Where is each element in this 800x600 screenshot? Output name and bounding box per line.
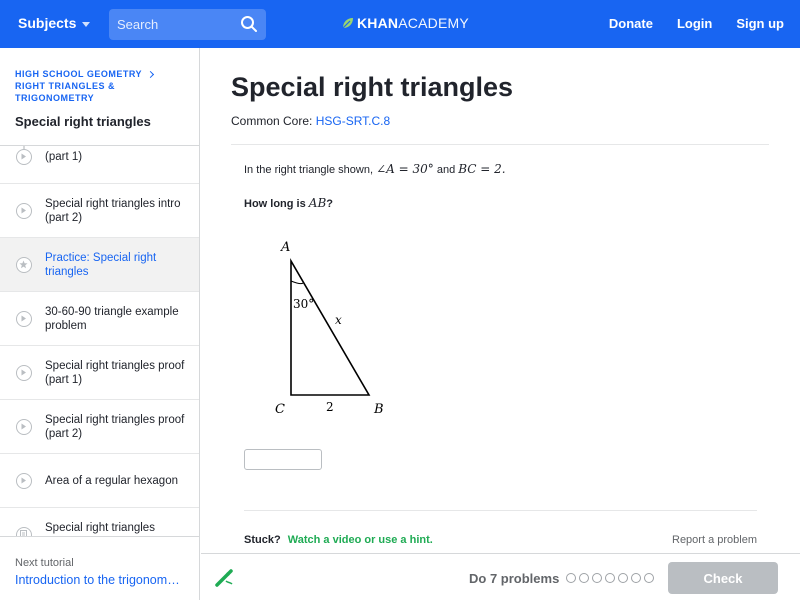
nav-links: Donate Login Sign up (609, 16, 784, 31)
math-angle-a: ∠A = 30° (376, 162, 434, 176)
login-link[interactable]: Login (677, 16, 712, 31)
side-ab-label: x (335, 313, 342, 327)
subjects-menu[interactable]: Subjects (18, 15, 91, 31)
angle-label: 30° (293, 297, 314, 311)
caret-down-icon (82, 21, 91, 27)
math-ab: AB (308, 196, 327, 210)
tutorial-item-list[interactable]: (part 1) Special right triangles intro (… (0, 145, 199, 537)
hint-link[interactable]: Watch a video or use a hint. (288, 534, 433, 546)
sidebar-item-review[interactable]: Special right triangles review (0, 508, 199, 537)
page-title: Special right triangles (231, 72, 514, 102)
stuck-section: Stuck? Watch a video or use a hint. (244, 534, 433, 546)
common-core-link[interactable]: HSG-SRT.C.8 (316, 114, 390, 128)
divider (231, 144, 769, 145)
progress-dot (631, 573, 641, 583)
search-box (109, 9, 266, 40)
progress-dot (592, 573, 602, 583)
donate-link[interactable]: Donate (609, 16, 653, 31)
next-tutorial: Next tutorial Introduction to the trigon… (15, 557, 185, 587)
next-tutorial-label: Next tutorial (15, 557, 74, 569)
progress-dot (618, 573, 628, 583)
next-tutorial-link[interactable]: Introduction to the trigonometric ratios (15, 573, 185, 587)
common-core-line: Common Core: HSG-SRT.C.8 (231, 114, 390, 128)
sidebar-item-label: Special right triangles review (45, 521, 155, 537)
play-icon (16, 202, 32, 219)
vertex-b-label: B (373, 402, 384, 417)
sidebar-item-label: (part 1) (45, 150, 83, 163)
progress-dot (605, 573, 615, 583)
progress-dot (566, 573, 576, 583)
progress-dots (566, 573, 654, 583)
problem-count-label: Do 7 problems (469, 571, 560, 586)
play-icon (16, 418, 32, 435)
sidebar-item-label: Practice: Special right triangles (45, 251, 157, 278)
math-bc: BC = 2. (458, 162, 506, 176)
tutorial-sidebar: HIGH SCHOOL GEOMETRY RIGHT TRIANGLES & TR… (0, 48, 200, 600)
subjects-label: Subjects (18, 15, 77, 31)
chevron-right-icon (146, 70, 155, 78)
play-icon (16, 472, 32, 489)
sidebar-item-label: 30-60-90 triangle example problem (45, 305, 179, 332)
search-input[interactable] (109, 9, 233, 40)
play-icon (16, 148, 32, 165)
sidebar-item-intro-part-2[interactable]: Special right triangles intro (part 2) (0, 184, 199, 238)
answer-input[interactable] (244, 449, 322, 470)
vertex-c-label: C (275, 402, 285, 417)
triangle-figure: A C B 30° 2 x (275, 240, 384, 417)
side-bc-label: 2 (326, 400, 334, 414)
exercise-panel: Special right triangles Common Core: HSG… (201, 48, 800, 553)
triangle-shape (290, 258, 371, 396)
breadcrumb: HIGH SCHOOL GEOMETRY RIGHT TRIANGLES & TR… (15, 68, 155, 104)
star-icon (16, 256, 32, 273)
progress-dot (644, 573, 654, 583)
divider (244, 510, 757, 511)
logo-text-khan: KHAN (357, 15, 399, 31)
sidebar-item-label: Special right triangles proof (part 1) (45, 359, 185, 386)
stuck-label: Stuck? (244, 534, 281, 546)
question-prompt: How long is AB? (244, 196, 334, 210)
report-problem-link[interactable]: Report a problem (672, 534, 757, 546)
sidebar-item-intro-part-1[interactable]: (part 1) (0, 146, 199, 184)
search-icon[interactable] (240, 15, 258, 33)
sidebar-item-practice[interactable]: Practice: Special right triangles (0, 238, 199, 292)
article-icon (16, 526, 32, 536)
leaf-icon (342, 18, 353, 29)
sidebar-item-label: Area of a regular hexagon (45, 474, 178, 487)
sidebar-item-proof-part-2[interactable]: Special right triangles proof (part 2) (0, 400, 199, 454)
question-text: In the right triangle shown, ∠A = 30° an… (244, 162, 506, 176)
play-icon (16, 364, 32, 381)
vertex-a-label: A (280, 240, 290, 255)
top-navbar: Subjects KHANACADEMY Donate Login Sign u… (0, 0, 800, 48)
progress-dot (579, 573, 589, 583)
sidebar-item-30-60-90-example[interactable]: 30-60-90 triangle example problem (0, 292, 199, 346)
sidebar-item-proof-part-1[interactable]: Special right triangles proof (part 1) (0, 346, 199, 400)
exercise-footer: Do 7 problems Check (201, 553, 800, 600)
signup-link[interactable]: Sign up (736, 16, 784, 31)
khan-academy-logo[interactable]: KHANACADEMY (342, 15, 469, 31)
common-core-label: Common Core: (231, 114, 313, 128)
check-button[interactable]: Check (668, 562, 778, 594)
logo-text-academy: ACADEMY (398, 15, 469, 31)
angle-arc (290, 280, 304, 285)
scratchpad-pencil-icon[interactable] (213, 567, 235, 589)
play-icon (16, 310, 32, 327)
sidebar-item-label: Special right triangles proof (part 2) (45, 413, 185, 440)
breadcrumb-unit[interactable]: RIGHT TRIANGLES & TRIGONOMETRY (15, 80, 153, 104)
breadcrumb-course[interactable]: HIGH SCHOOL GEOMETRY (15, 68, 142, 80)
sidebar-item-label: Special right triangles intro (part 2) (45, 197, 181, 224)
tutorial-title: Special right triangles (15, 114, 151, 129)
sidebar-item-hexagon-area[interactable]: Area of a regular hexagon (0, 454, 199, 508)
